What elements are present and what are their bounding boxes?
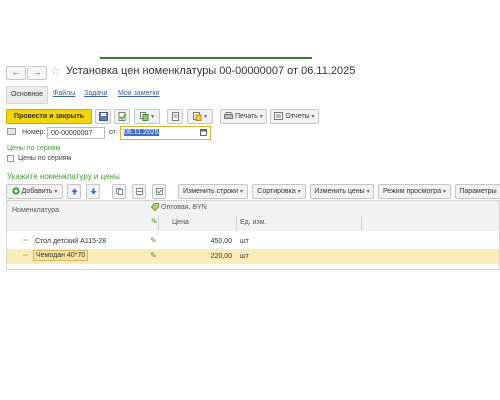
price-subheader: ✎ Цена Ед. изм. xyxy=(147,216,499,231)
create-based-on-icon xyxy=(140,111,149,121)
view-mode-label: Режим просмотра xyxy=(382,188,442,195)
plus-icon xyxy=(11,187,20,195)
series-prices-checkbox-label: Цены по сериям xyxy=(18,155,72,162)
change-rows-label: Изменить строки xyxy=(183,188,239,195)
column-header-unit[interactable]: Ед. изм. xyxy=(240,219,267,226)
arrow-right-icon: → xyxy=(32,67,42,77)
window-accent-line xyxy=(100,57,312,59)
move-down-button[interactable] xyxy=(86,184,100,199)
item-name-cell[interactable]: Стол детский А115-28 xyxy=(35,238,106,245)
forward-button[interactable]: → xyxy=(27,66,47,80)
date-label: от xyxy=(109,129,116,136)
column-header-price[interactable]: Цена xyxy=(172,219,189,226)
related-documents-button[interactable]: ▾ xyxy=(187,109,213,124)
column-divider xyxy=(361,216,362,231)
back-button[interactable]: ← xyxy=(6,66,26,80)
arrow-down-icon xyxy=(90,188,96,195)
chevron-down-icon: ▾ xyxy=(259,114,263,120)
view-mode-button[interactable]: Режим просмотра ▾ xyxy=(378,184,451,199)
reports-label: Отчеты xyxy=(285,113,310,120)
edit-pencil-icon[interactable]: ✎ xyxy=(150,236,157,245)
unit-cell[interactable]: шт xyxy=(240,253,249,260)
chevron-down-icon: ▾ xyxy=(239,189,243,195)
unit-cell[interactable]: шт xyxy=(240,238,249,245)
number-field-icon xyxy=(7,128,16,137)
page-title: Установка цен номенклатуры 00-00000007 о… xyxy=(66,65,356,77)
tab-main[interactable]: Основное xyxy=(6,86,48,104)
edit-pencil-icon: ✎ xyxy=(151,217,158,226)
change-prices-label: Изменить цены xyxy=(314,188,365,195)
chevron-down-icon: ▾ xyxy=(297,189,301,195)
save-button[interactable] xyxy=(95,109,111,124)
print-button[interactable]: Печать ▾ xyxy=(220,109,267,124)
chevron-down-icon: ▾ xyxy=(54,189,58,195)
price-type-header[interactable]: Оптовая, BYN xyxy=(147,201,499,217)
sort-label: Сортировка xyxy=(257,188,296,195)
price-type-icon xyxy=(150,203,159,213)
favorite-star-icon[interactable]: ☆ xyxy=(50,64,61,78)
chevron-down-icon: ▾ xyxy=(203,114,207,120)
add-button[interactable]: Добавить ▾ xyxy=(6,184,63,199)
row-marker-icon: ═ xyxy=(23,237,28,244)
number-input[interactable]: 00-00000007 xyxy=(47,127,105,139)
table-row[interactable]: ═ Стол детский А115-28 ✎ 450,00 шт xyxy=(7,235,499,249)
table-icon xyxy=(135,187,143,195)
series-prices-checkbox[interactable] xyxy=(7,155,14,162)
sort-button[interactable]: Сортировка ▾ xyxy=(252,184,306,199)
column-header-item-label: Номенклатура xyxy=(12,207,59,214)
item-name-cell[interactable]: Чемодан 40*70 xyxy=(33,250,89,261)
section-title: Укажите номенклатуру и цены xyxy=(7,172,120,181)
post-and-close-button[interactable]: Провести и закрыть xyxy=(6,109,92,124)
copy-icon xyxy=(115,187,123,195)
chevron-down-icon: ▾ xyxy=(150,114,154,120)
prices-table[interactable]: Номенклатура Оптовая, BYN ✎ Цена Ед. изм… xyxy=(6,200,500,270)
related-documents-icon xyxy=(193,111,202,121)
column-header-item[interactable]: Номенклатура xyxy=(7,201,148,231)
add-label: Добавить xyxy=(21,188,53,195)
parameters-button[interactable]: Параметры xyxy=(455,184,500,199)
copy-button[interactable] xyxy=(112,184,126,199)
tab-notes[interactable]: Мои заметки xyxy=(118,86,159,102)
tab-files[interactable]: Файлы xyxy=(53,86,75,102)
document-list-icon xyxy=(171,111,179,121)
structure-button[interactable] xyxy=(167,109,183,124)
change-rows-button[interactable]: Изменить строки ▾ xyxy=(178,184,248,199)
date-input[interactable]: 06.11.2025 xyxy=(120,126,211,140)
save-icon xyxy=(98,111,108,121)
arrow-up-icon xyxy=(71,188,77,195)
column-divider xyxy=(236,216,237,231)
post-button[interactable] xyxy=(114,109,130,124)
calendar-icon[interactable] xyxy=(200,129,207,138)
tab-tasks[interactable]: Задачи xyxy=(84,86,108,102)
select-icon xyxy=(155,187,163,195)
series-prices-link[interactable]: Цены по сериям xyxy=(7,145,60,152)
edit-pencil-icon[interactable]: ✎ xyxy=(150,251,157,260)
printer-icon xyxy=(224,112,234,120)
fill-button[interactable] xyxy=(132,184,146,199)
change-prices-button[interactable]: Изменить цены ▾ xyxy=(310,184,374,199)
chevron-down-icon: ▾ xyxy=(311,114,315,120)
price-cell[interactable]: 220,00 xyxy=(167,253,232,260)
arrow-left-icon: ← xyxy=(11,67,21,77)
chevron-down-icon: ▾ xyxy=(443,189,447,195)
date-value: 06.11.2025 xyxy=(124,129,159,136)
number-label: Номер: xyxy=(22,129,46,136)
column-divider xyxy=(158,216,159,231)
print-label: Печать xyxy=(235,113,258,120)
price-cell[interactable]: 450,00 xyxy=(167,238,232,245)
post-document-icon xyxy=(118,111,127,121)
select-button[interactable] xyxy=(152,184,166,199)
table-row-selected[interactable]: ═ Чемодан 40*70 ✎ 220,00 шт xyxy=(7,249,499,264)
reports-icon xyxy=(274,112,284,121)
reports-button[interactable]: Отчеты ▾ xyxy=(270,109,319,124)
move-up-button[interactable] xyxy=(67,184,81,199)
price-type-label: Оптовая, BYN xyxy=(161,204,207,211)
row-marker-icon: ═ xyxy=(23,252,28,259)
chevron-down-icon: ▾ xyxy=(366,189,370,195)
create-based-on-button[interactable]: ▾ xyxy=(134,109,160,124)
